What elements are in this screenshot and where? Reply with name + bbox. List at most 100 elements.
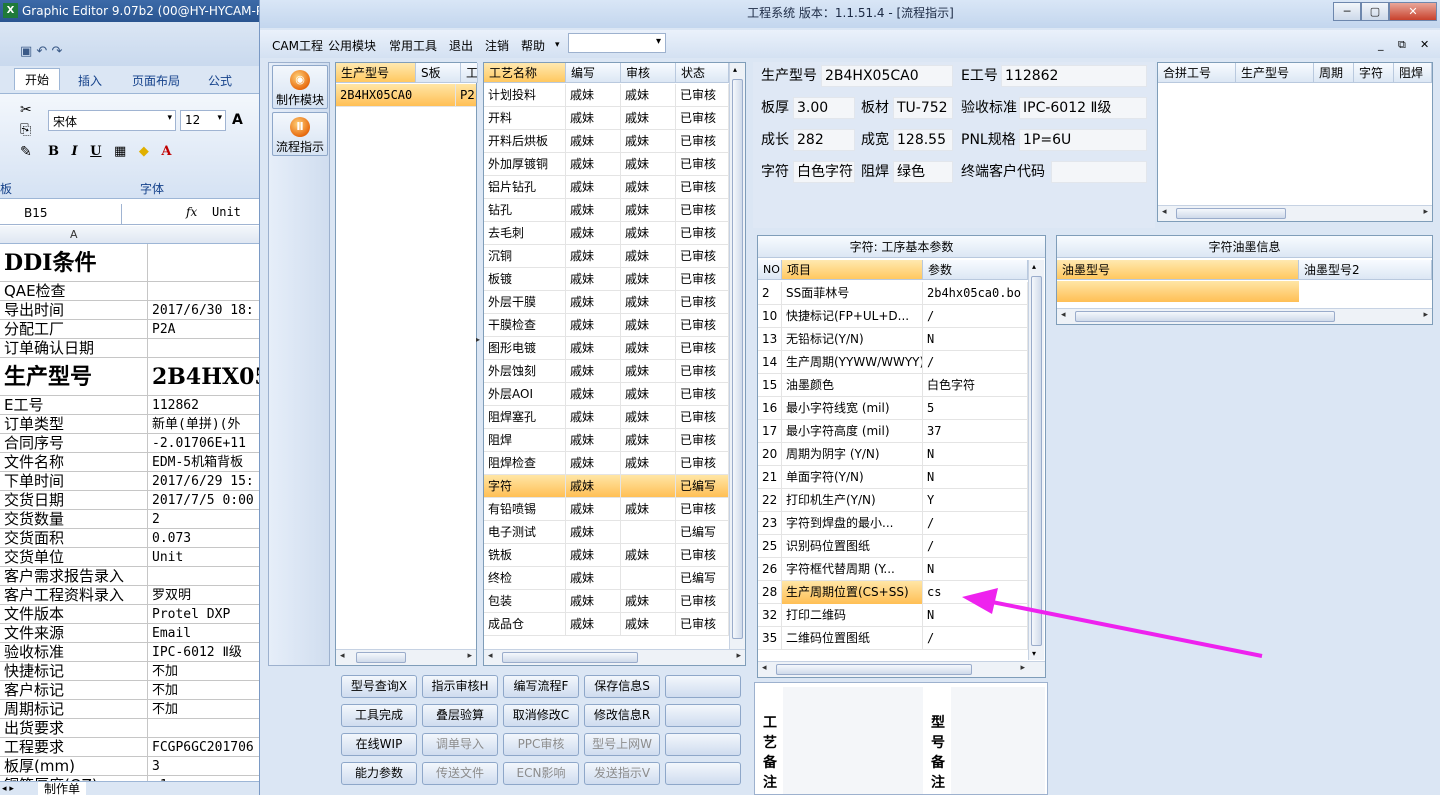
cell-b[interactable] [150,339,262,357]
action-button[interactable]: 型号上网W [584,733,660,756]
menu-cam[interactable]: CAM工程 [272,37,323,54]
cell-b[interactable]: 2 [150,510,262,528]
tab-insert[interactable]: 插入 [78,72,102,89]
mdi-restore-icon[interactable]: ⧉ [1398,38,1406,52]
col-merge-no[interactable]: 合拼工号 [1158,63,1236,83]
process-row[interactable]: 沉铜 戚妹 戚妹 已审核 [484,245,729,268]
cell-b[interactable]: 不加 [150,681,262,699]
menu-public-module[interactable]: 公用模块 [328,37,376,54]
cell-b[interactable] [150,244,262,281]
menu-common-tools[interactable]: 常用工具 [389,37,437,54]
cell-a[interactable]: 交货单位 [2,548,148,566]
param-row[interactable]: 13 无铅标记(Y/N) N [758,328,1028,351]
action-button[interactable] [665,704,741,727]
sheet-row[interactable]: 客户需求报告录入 [0,567,262,586]
sheet-row[interactable]: 板厚(mm) 3 [0,757,262,776]
action-button[interactable]: 保存信息S [584,675,660,698]
param-row[interactable]: 16 最小字符线宽 (mil) 5 [758,397,1028,420]
cell-a[interactable]: 客户标记 [2,681,148,699]
col-item[interactable]: 项目 [782,260,923,280]
cell-a[interactable]: 交货日期 [2,491,148,509]
col-no[interactable]: NO [758,260,782,280]
menu-help[interactable]: 帮助 [521,37,545,54]
font-size-select[interactable]: 12 ▾ [180,110,226,131]
col-merge-model[interactable]: 生产型号 [1236,63,1314,83]
sheet-row[interactable]: 导出时间 2017/6/30 18: [0,301,262,320]
cell-b[interactable]: 2017/6/30 18: [150,301,262,319]
cell-b[interactable]: 3 [150,757,262,775]
cell-a[interactable]: 客户工程资料录入 [2,586,148,604]
cell-a[interactable]: 快捷标记 [2,662,148,680]
model-row[interactable]: 2B4HX05CA0 P2 [336,84,476,107]
width-field[interactable]: 128.55 [893,129,953,151]
model-field[interactable]: 2B4HX05CA0 [821,65,953,87]
cell-b[interactable]: P2A [150,320,262,338]
cell-a[interactable]: 工程要求 [2,738,148,756]
cell-b[interactable]: FCGP6GC201706 [150,738,262,756]
cell-b[interactable]: -2.01706E+11 [150,434,262,452]
process-row[interactable]: 干膜检查 戚妹 戚妹 已审核 [484,314,729,337]
col-reviewer[interactable]: 审核 [621,63,676,83]
cell-b[interactable] [150,567,262,585]
action-button[interactable]: 编写流程F [503,675,579,698]
cell-b[interactable]: 不加 [150,662,262,680]
process-vscroll[interactable]: ▴ [729,63,745,649]
cell-b[interactable]: 新单(单拼)(外 [150,415,262,433]
cell-a[interactable]: 文件来源 [2,624,148,642]
process-row[interactable]: 外加厚镀铜 戚妹 戚妹 已审核 [484,153,729,176]
sheet-tab-zhizuodan[interactable]: 制作单 [38,782,87,795]
action-button[interactable]: 发送指示V [584,762,660,785]
italic-icon[interactable]: I [72,144,78,159]
format-painter-icon[interactable]: ✎ [20,144,32,160]
action-button[interactable]: 工具完成 [341,704,417,727]
sheet-row[interactable]: 客户工程资料录入 罗双明 [0,586,262,605]
cell-b[interactable]: 罗双明 [150,586,262,604]
param-row[interactable]: 21 单面字符(Y/N) N [758,466,1028,489]
param-row[interactable]: 26 字符框代替周期 (Y... N [758,558,1028,581]
action-button[interactable]: 型号查询X [341,675,417,698]
menu-combo[interactable] [568,33,666,53]
tab-page-layout[interactable]: 页面布局 [132,72,180,89]
font-name-select[interactable]: 宋体 ▾ [48,110,176,131]
col-extra[interactable]: 工 [461,63,478,83]
cell-b[interactable] [150,282,262,300]
cell-a[interactable]: 文件版本 [2,605,148,623]
process-row[interactable]: 包装 戚妹 戚妹 已审核 [484,590,729,613]
sheet-row[interactable]: 交货面积 0.073 [0,529,262,548]
process-row[interactable]: 字符 戚妹 已编写 [484,475,729,498]
col-param[interactable]: 参数 [923,260,1028,280]
sheet-row[interactable]: 合同序号 -2.01706E+11 [0,434,262,453]
sheet-row[interactable]: 分配工厂 P2A [0,320,262,339]
param-row[interactable]: 25 识别码位置图纸 / [758,535,1028,558]
action-button[interactable] [665,733,741,756]
process-row[interactable]: 计划投料 戚妹 戚妹 已审核 [484,84,729,107]
cell-b[interactable]: 2017/6/29 15: [150,472,262,490]
param-row[interactable]: 32 打印二维码 N [758,604,1028,627]
cell-a[interactable]: 验收标准 [2,643,148,661]
sheet-row[interactable]: 出货要求 [0,719,262,738]
sheet-row[interactable]: 生产型号2B4HX05C [0,358,262,396]
process-row[interactable]: 成品仓 戚妹 戚妹 已审核 [484,613,729,636]
process-row[interactable]: 板镀 戚妹 戚妹 已审核 [484,268,729,291]
sheet-row[interactable]: 订单确认日期 [0,339,262,358]
cell-b[interactable]: EDM-5机箱背板 [150,453,262,471]
sheet-row[interactable]: 交货单位 Unit [0,548,262,567]
bold-icon[interactable]: B [48,144,59,159]
process-row[interactable]: 图形电镀 戚妹 戚妹 已审核 [484,337,729,360]
col-model[interactable]: 生产型号 [336,63,416,83]
chevron-down-icon[interactable]: ▾ [555,40,560,50]
cell-a[interactable]: 合同序号 [2,434,148,452]
params-hscroll[interactable]: ◂ ▸ [758,661,1045,677]
mdi-close-icon[interactable]: ✕ [1420,38,1429,51]
action-button[interactable]: 指示审核H [422,675,498,698]
process-row[interactable]: 开料 戚妹 戚妹 已审核 [484,107,729,130]
col-merge-char[interactable]: 字符 [1354,63,1394,83]
process-note-field[interactable] [783,687,923,794]
col-ink-model2[interactable]: 油墨型号2 [1299,260,1432,280]
process-row[interactable]: 铣板 戚妹 戚妹 已审核 [484,544,729,567]
splitter-icon[interactable]: ▸ [476,335,480,344]
process-row[interactable]: 阻焊 戚妹 戚妹 已审核 [484,429,729,452]
cell-a[interactable]: 分配工厂 [2,320,148,338]
menu-logout[interactable]: 注销 [485,37,509,54]
sheet-row[interactable]: 文件名称 EDM-5机箱背板 [0,453,262,472]
